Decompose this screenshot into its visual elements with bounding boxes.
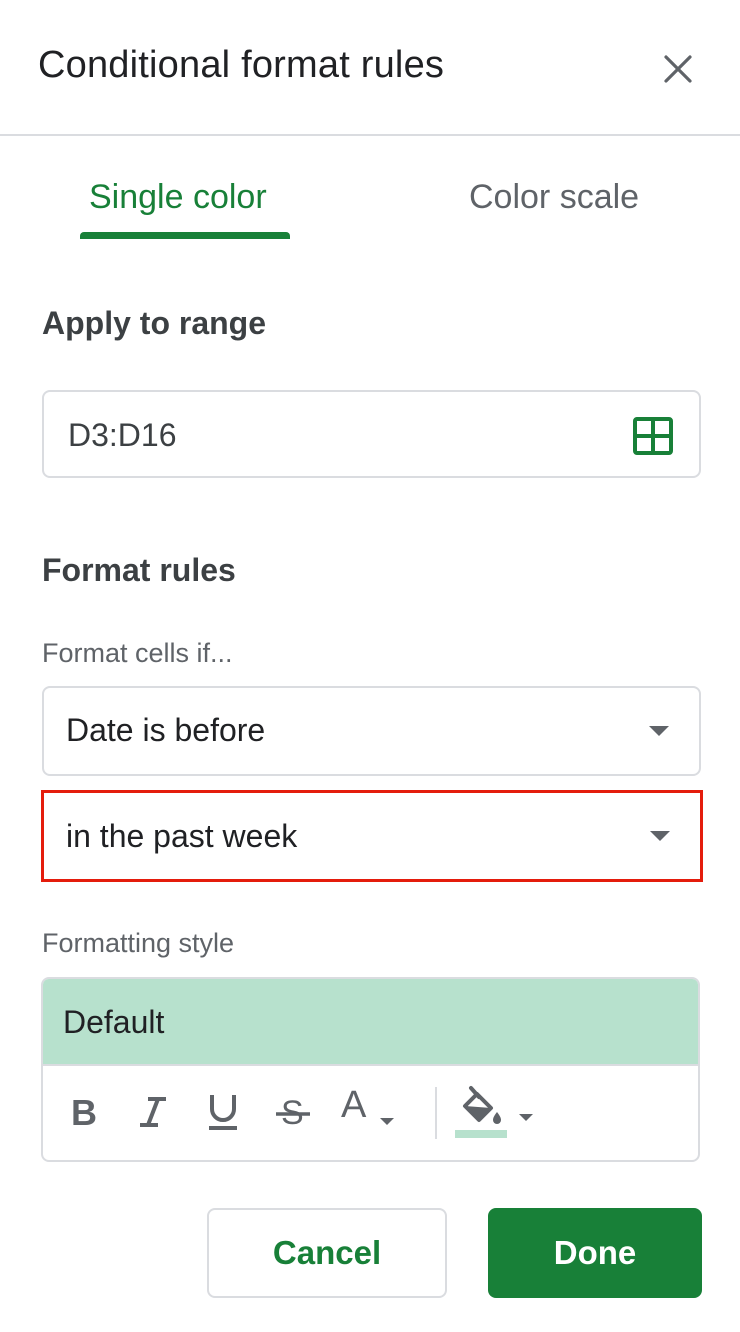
- fill-color-icon: [455, 1086, 507, 1138]
- format-rules-heading: Format rules: [42, 552, 236, 588]
- text-color-icon: A: [341, 1083, 367, 1126]
- formatting-style-label: Formatting style: [42, 928, 235, 958]
- strikethrough-icon: S: [276, 1094, 310, 1132]
- chevron-down-icon: [519, 1113, 533, 1121]
- tab-single-color[interactable]: Single color: [89, 178, 267, 217]
- italic-icon: [140, 1097, 166, 1127]
- active-tab-indicator: [80, 232, 290, 239]
- style-preset-dropdown[interactable]: Default: [43, 979, 698, 1066]
- underline-button[interactable]: [203, 1087, 243, 1137]
- text-color-button[interactable]: A: [341, 1083, 421, 1137]
- toolbar-divider: [435, 1087, 437, 1139]
- bold-button[interactable]: B: [63, 1087, 103, 1137]
- close-button[interactable]: [655, 46, 701, 92]
- condition-label: Format cells if...: [42, 638, 233, 668]
- condition-value: Date is before: [66, 712, 266, 748]
- italic-button[interactable]: [133, 1087, 173, 1137]
- cancel-button[interactable]: Cancel: [207, 1208, 447, 1298]
- date-value-dropdown[interactable]: in the past week: [41, 790, 703, 882]
- chevron-down-icon: [380, 1117, 395, 1125]
- close-icon: [664, 55, 692, 83]
- formatting-style-box: Default B S A: [41, 977, 700, 1162]
- style-preset-label: Default: [63, 1004, 165, 1040]
- fill-color-button[interactable]: [453, 1086, 543, 1138]
- select-range-icon[interactable]: [633, 417, 673, 455]
- range-value: D3:D16: [68, 417, 177, 453]
- bold-icon: B: [71, 1095, 97, 1129]
- range-input[interactable]: D3:D16: [42, 390, 701, 478]
- svg-text:B: B: [71, 1095, 97, 1129]
- apply-to-range-heading: Apply to range: [42, 305, 267, 341]
- underline-icon: [209, 1095, 237, 1130]
- panel-header: Conditional format rules: [0, 0, 740, 136]
- tab-color-scale[interactable]: Color scale: [469, 178, 639, 217]
- chevron-down-icon: [649, 726, 669, 736]
- strikethrough-button[interactable]: S: [273, 1087, 313, 1137]
- chevron-down-icon: [650, 831, 670, 841]
- date-value: in the past week: [66, 818, 298, 854]
- condition-dropdown[interactable]: Date is before: [42, 686, 701, 776]
- panel-title: Conditional format rules: [38, 44, 445, 86]
- done-button[interactable]: Done: [488, 1208, 702, 1298]
